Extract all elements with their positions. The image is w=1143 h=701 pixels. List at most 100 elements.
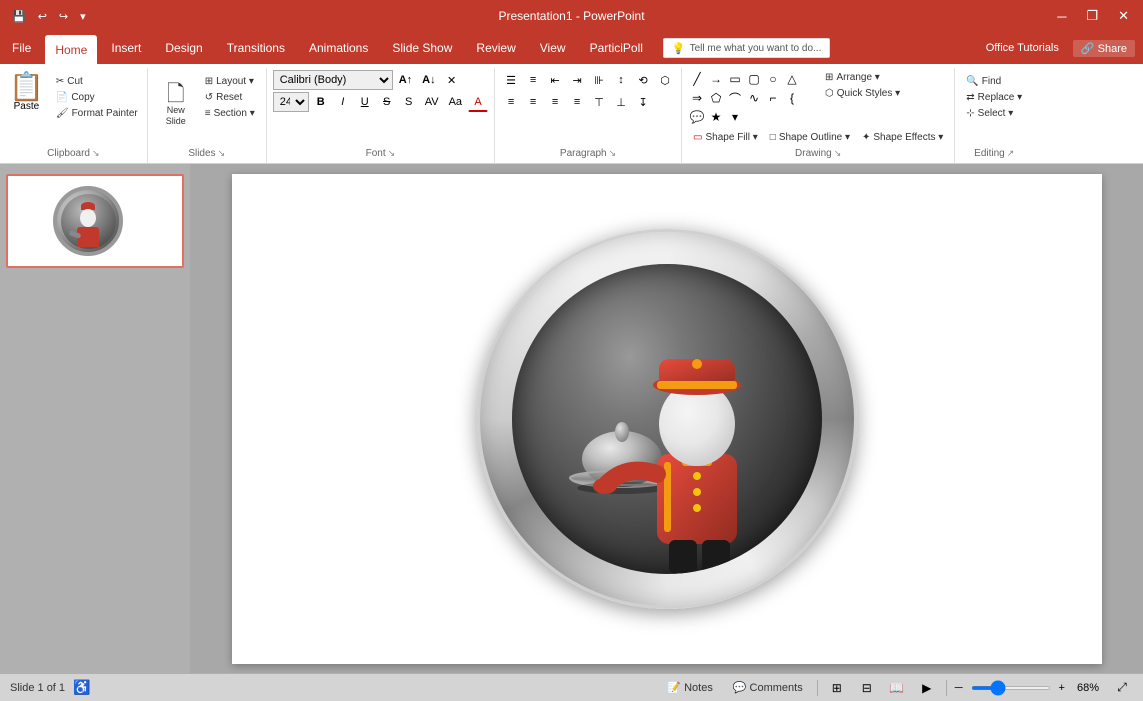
customize-qat-button[interactable]: ▾	[76, 8, 90, 25]
slide-show-button[interactable]: ▶	[916, 678, 938, 698]
columns-button[interactable]: ⊪	[589, 70, 609, 90]
slides-expand[interactable]: ↘	[218, 148, 226, 159]
line-shape[interactable]: ╱	[688, 70, 706, 88]
menu-transitions[interactable]: Transitions	[215, 32, 297, 64]
strikethrough-button[interactable]: S	[377, 92, 397, 112]
clipboard-expand[interactable]: ↘	[92, 148, 100, 159]
normal-view-button[interactable]: ⊞	[826, 678, 848, 698]
text-shadow-button[interactable]: S	[399, 92, 419, 112]
align-right-button[interactable]: ≡	[545, 92, 565, 112]
paste-button[interactable]: 📋 Paste	[4, 70, 49, 115]
right-arrow-shape[interactable]: ⇒	[688, 89, 706, 107]
font-family-select[interactable]: Calibri (Body)	[273, 70, 393, 90]
fit-to-window-button[interactable]: ⤢	[1111, 678, 1133, 698]
align-left-button[interactable]: ≡	[501, 92, 521, 112]
line-spacing-button[interactable]: ↕	[611, 70, 631, 90]
numbering-button[interactable]: ≡	[523, 70, 543, 90]
curve-shape[interactable]: ∿	[745, 89, 763, 107]
more-shapes[interactable]: ▾	[726, 108, 744, 126]
justify-button[interactable]: ≡	[567, 92, 587, 112]
paragraph-expand[interactable]: ↘	[609, 148, 617, 159]
editing-expand[interactable]: ↗	[1007, 148, 1015, 159]
restore-button[interactable]: ❐	[1080, 6, 1104, 26]
find-button[interactable]: 🔍 Find	[961, 74, 1027, 89]
char-spacing-button[interactable]: AV	[421, 92, 443, 112]
quick-styles-button[interactable]: ⬡ Quick Styles ▾	[820, 86, 905, 101]
font-size-select[interactable]: 24	[273, 92, 309, 112]
close-button[interactable]: ✕	[1112, 6, 1135, 26]
decrease-indent-button[interactable]: ⇤	[545, 70, 565, 90]
convert-smartart-button[interactable]: ⬡	[655, 70, 675, 90]
align-bottom-button[interactable]: ↧	[633, 92, 653, 112]
font-size-decrease[interactable]: A↓	[418, 70, 439, 90]
menu-design[interactable]: Design	[153, 32, 214, 64]
zoom-in-button[interactable]: +	[1059, 682, 1065, 694]
brace-shape[interactable]: {	[783, 89, 801, 107]
callout-shape[interactable]: 💬	[688, 108, 706, 126]
align-center-button[interactable]: ≡	[523, 92, 543, 112]
zoom-out-button[interactable]: ─	[955, 682, 963, 694]
clear-formatting[interactable]: ✕	[442, 70, 462, 90]
reset-button[interactable]: ↺ Reset	[200, 90, 260, 105]
minimize-button[interactable]: ─	[1051, 7, 1072, 26]
menu-home[interactable]: Home	[45, 35, 97, 64]
arc-shape[interactable]: ⌒	[726, 89, 744, 107]
menu-insert[interactable]: Insert	[99, 32, 153, 64]
main-canvas[interactable]	[190, 164, 1143, 673]
share-button[interactable]: 🔗 Share	[1073, 40, 1135, 57]
layout-button[interactable]: ⊞ Layout ▾	[200, 74, 260, 89]
redo-qat-button[interactable]: ↪	[55, 8, 72, 25]
font-color-button[interactable]: A	[468, 92, 488, 112]
align-middle-button[interactable]: ⊥	[611, 92, 631, 112]
bullets-button[interactable]: ☰	[501, 70, 521, 90]
format-painter-button[interactable]: 🖌 Format Painter	[51, 106, 143, 121]
tell-me-box[interactable]: 💡 Tell me what you want to do...	[663, 38, 830, 58]
bold-button[interactable]: B	[311, 92, 331, 112]
shape-effects-button[interactable]: ✦ Shape Effects ▾	[857, 130, 948, 145]
menu-view[interactable]: View	[528, 32, 578, 64]
text-direction-button[interactable]: ⟲	[633, 70, 653, 90]
arrow-shape[interactable]: →	[707, 70, 725, 88]
star-shape[interactable]: ★	[707, 108, 725, 126]
office-tutorials-link[interactable]: Office Tutorials	[980, 40, 1065, 56]
accessibility-icon[interactable]: ♿	[73, 679, 90, 696]
shape-outline-button[interactable]: □ Shape Outline ▾	[765, 130, 855, 145]
rect-shape[interactable]: ▭	[726, 70, 744, 88]
notes-button[interactable]: 📝 Notes	[661, 679, 718, 696]
arrange-button[interactable]: ⊞ Arrange ▾	[820, 70, 905, 85]
bellhop-container[interactable]	[477, 229, 857, 609]
reading-view-button[interactable]: 📖	[886, 678, 908, 698]
zoom-slider[interactable]	[971, 686, 1051, 690]
shape-fill-button[interactable]: ▭ Shape Fill ▾	[688, 130, 763, 145]
pentagon-shape[interactable]: ⬠	[707, 89, 725, 107]
menu-review[interactable]: Review	[464, 32, 527, 64]
menu-participoll[interactable]: ParticiPoll	[578, 32, 655, 64]
italic-button[interactable]: I	[333, 92, 353, 112]
cut-button[interactable]: ✂ Cut	[51, 74, 143, 89]
rounded-rect-shape[interactable]: ▢	[745, 70, 763, 88]
select-button[interactable]: ⊹ Select ▾	[961, 106, 1027, 121]
menu-file[interactable]: File	[0, 32, 43, 64]
section-button[interactable]: ≡ Section ▾	[200, 106, 260, 121]
save-qat-button[interactable]: 💾	[8, 8, 30, 25]
comments-button[interactable]: 💬 Comments	[727, 679, 809, 696]
new-slide-button[interactable]: 🗋 NewSlide	[154, 70, 198, 140]
increase-indent-button[interactable]: ⇥	[567, 70, 587, 90]
drawing-expand[interactable]: ↘	[834, 148, 842, 159]
align-top-button[interactable]: ⊤	[589, 92, 609, 112]
bracket-shape[interactable]: ⌐	[764, 89, 782, 107]
font-size-increase[interactable]: A↑	[395, 70, 416, 90]
replace-button[interactable]: ⇄ Replace ▾	[961, 90, 1027, 105]
slide-thumbnail-1[interactable]: 1	[6, 174, 184, 268]
slide-canvas[interactable]	[232, 174, 1102, 664]
triangle-shape[interactable]: △	[783, 70, 801, 88]
slide-sorter-button[interactable]: ⊟	[856, 678, 878, 698]
font-expand[interactable]: ↘	[388, 148, 396, 159]
underline-button[interactable]: U	[355, 92, 375, 112]
zoom-level-label[interactable]: 68%	[1073, 682, 1103, 694]
menu-slideshow[interactable]: Slide Show	[380, 32, 464, 64]
copy-button[interactable]: 📄 Copy	[51, 90, 143, 105]
change-case-button[interactable]: Aa	[445, 92, 466, 112]
menu-animations[interactable]: Animations	[297, 32, 380, 64]
undo-qat-button[interactable]: ↩	[34, 8, 51, 25]
